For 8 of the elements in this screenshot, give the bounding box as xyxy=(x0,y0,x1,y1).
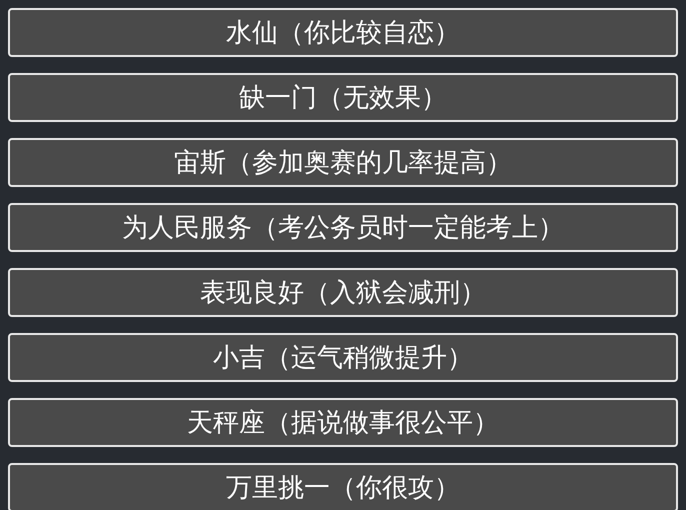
option-button[interactable]: 表现良好（入狱会减刑） xyxy=(8,268,678,317)
option-button[interactable]: 小吉（运气稍微提升） xyxy=(8,333,678,382)
option-button[interactable]: 水仙（你比较自恋） xyxy=(8,8,678,57)
option-button[interactable]: 为人民服务（考公务员时一定能考上） xyxy=(8,203,678,252)
option-button[interactable]: 万里挑一（你很攻） xyxy=(8,463,678,510)
option-button[interactable]: 缺一门（无效果） xyxy=(8,73,678,122)
option-button[interactable]: 宙斯（参加奥赛的几率提高） xyxy=(8,138,678,187)
option-button[interactable]: 天秤座（据说做事很公平） xyxy=(8,398,678,447)
